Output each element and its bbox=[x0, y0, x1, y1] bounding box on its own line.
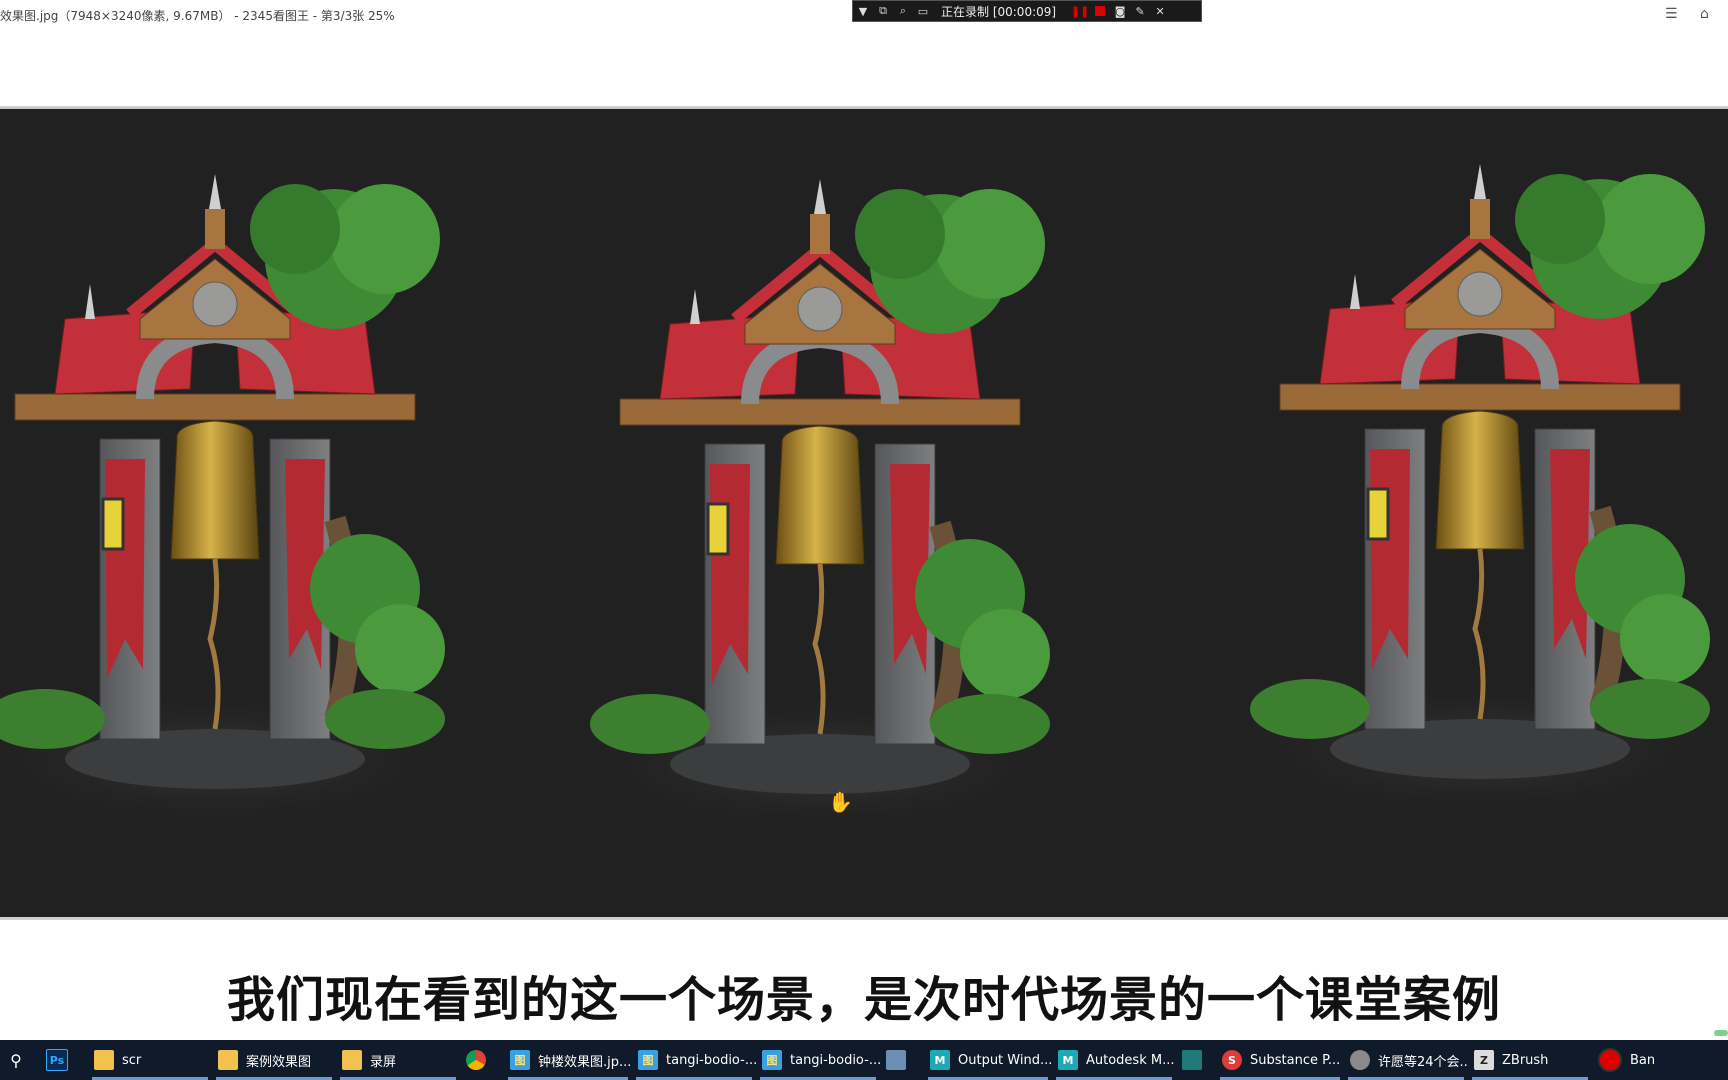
taskbar-bandicam[interactable]: Bandic bbox=[1592, 1040, 1654, 1080]
search-icon: ⚲ bbox=[10, 1050, 22, 1070]
close-icon[interactable]: ✕ bbox=[1150, 1, 1170, 21]
taskbar-chrome[interactable] bbox=[460, 1040, 504, 1080]
taskbar-substance-painter[interactable]: S Substance P... bbox=[1216, 1040, 1344, 1080]
recording-toolbar: ▼ ⧉ ⌕ ▭ 正在录制 [00:00:09] ❚❚ ◙ ✎ ✕ bbox=[852, 0, 1202, 22]
taskbar-scr[interactable]: scr bbox=[88, 1040, 212, 1080]
video-subtitle: 我们现在看到的这一个场景，是次时代场景的一个课堂案例 bbox=[226, 971, 1501, 1029]
pause-icon[interactable]: ❚❚ bbox=[1070, 1, 1090, 21]
image-viewer-icon: 图 bbox=[638, 1050, 658, 1070]
maya-icon: M bbox=[930, 1050, 950, 1070]
scroll-indicator[interactable] bbox=[1714, 1030, 1728, 1036]
maya-icon: M bbox=[1058, 1050, 1078, 1070]
taskbar-chat[interactable]: 许愿等24个会... bbox=[1344, 1040, 1468, 1080]
pen-icon[interactable]: ✎ bbox=[1130, 1, 1150, 21]
menu-icon[interactable]: ☰ bbox=[1665, 6, 1678, 22]
image-viewer-icon: 图 bbox=[510, 1050, 530, 1070]
taskbar-window[interactable] bbox=[880, 1040, 924, 1080]
taskbar-photoshop[interactable]: Ps bbox=[40, 1040, 88, 1080]
taskbar-label: Autodesk M... bbox=[1086, 1052, 1175, 1068]
chat-icon bbox=[1350, 1050, 1370, 1070]
zbrush-icon: Z bbox=[1474, 1050, 1494, 1070]
taskbar-label: 录屏 bbox=[370, 1054, 397, 1070]
camera-icon[interactable]: ◙ bbox=[1110, 1, 1130, 21]
substance-icon: S bbox=[1222, 1050, 1242, 1070]
folder-icon bbox=[342, 1050, 362, 1070]
zoom-icon[interactable]: ⌕ bbox=[893, 1, 913, 21]
taskbar-label: 钟楼效果图.jp... bbox=[538, 1054, 632, 1070]
viewer-bottom-divider bbox=[0, 917, 1728, 920]
taskbar-label: Bandic bbox=[1630, 1052, 1654, 1068]
bell-tower-render: ✋ bbox=[0, 109, 1728, 919]
taskbar-label: 许愿等24个会... bbox=[1378, 1054, 1468, 1070]
taskbar-label: 案例效果图 bbox=[246, 1054, 312, 1070]
taskbar-label: ZBrush bbox=[1502, 1052, 1549, 1068]
svg-text:✋: ✋ bbox=[828, 790, 853, 814]
taskbar-label: tangi-bodio-... bbox=[666, 1052, 756, 1068]
region-icon[interactable]: ▭ bbox=[913, 1, 933, 21]
image-view[interactable]: ✋ bbox=[0, 109, 1728, 919]
bandicam-icon bbox=[1598, 1048, 1622, 1072]
taskbar-zbrush[interactable]: Z ZBrush bbox=[1468, 1040, 1592, 1080]
photoshop-icon: Ps bbox=[46, 1049, 68, 1071]
app-icon bbox=[1182, 1050, 1202, 1070]
image-viewer-icon: 图 bbox=[762, 1050, 782, 1070]
taskbar-tangi-1[interactable]: 图 tangi-bodio-... bbox=[632, 1040, 756, 1080]
taskbar-bell-tower-image[interactable]: 图 钟楼效果图.jp... bbox=[504, 1040, 632, 1080]
taskbar-recording-folder[interactable]: 录屏 bbox=[336, 1040, 460, 1080]
window-title: 效果图.jpg（7948×3240像素, 9.67MB） - 2345看图王 -… bbox=[0, 9, 395, 23]
window-icon bbox=[886, 1050, 906, 1070]
taskbar-app[interactable] bbox=[1176, 1040, 1216, 1080]
taskbar-autodesk-maya[interactable]: M Autodesk M... bbox=[1052, 1040, 1176, 1080]
taskbar-tangi-2[interactable]: 图 tangi-bodio-... bbox=[756, 1040, 880, 1080]
folder-icon bbox=[218, 1050, 238, 1070]
taskbar: ⚲ Ps scr 案例效果图 录屏 图 钟楼效果图.jp... 图 tangi-… bbox=[0, 1040, 1728, 1080]
taskbar-label: scr bbox=[122, 1052, 142, 1068]
taskbar-output-window[interactable]: M Output Wind... bbox=[924, 1040, 1052, 1080]
taskbar-label: Substance P... bbox=[1250, 1052, 1341, 1068]
dropdown-icon[interactable]: ▼ bbox=[853, 1, 873, 21]
taskbar-label: Output Wind... bbox=[958, 1052, 1052, 1068]
taskbar-label: tangi-bodio-... bbox=[790, 1052, 880, 1068]
taskbar-search[interactable]: ⚲ bbox=[0, 1040, 40, 1080]
folder-icon bbox=[94, 1050, 114, 1070]
window-mode-icon[interactable]: ⧉ bbox=[873, 1, 893, 21]
recording-status: 正在录制 [00:00:09] bbox=[941, 4, 1057, 19]
stop-icon[interactable] bbox=[1090, 1, 1110, 21]
taskbar-case-folder[interactable]: 案例效果图 bbox=[212, 1040, 336, 1080]
chrome-icon bbox=[466, 1050, 486, 1070]
skin-icon[interactable]: ⌂ bbox=[1700, 6, 1709, 22]
